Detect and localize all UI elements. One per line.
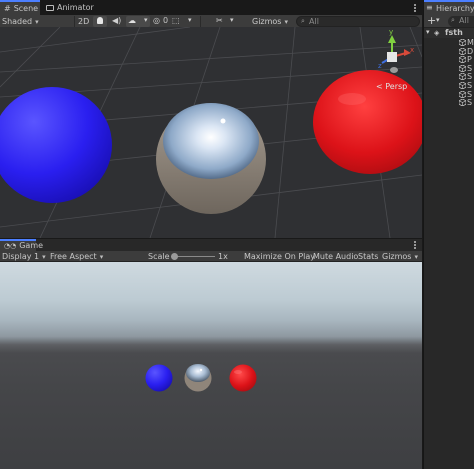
gamepad-icon: ◔◔ bbox=[4, 242, 17, 250]
chevron-down-icon[interactable]: ▾ bbox=[436, 16, 440, 24]
hierarchy-scene-name: fsth bbox=[445, 28, 463, 37]
gameobject-cube-icon bbox=[458, 72, 467, 81]
game-render bbox=[145, 364, 257, 392]
hierarchy-tab[interactable]: ≡ Hierarchy bbox=[424, 0, 474, 15]
maximize-on-play-toggle[interactable]: Maximize On Play bbox=[244, 251, 315, 262]
game-gizmos-dropdown[interactable]: Gizmos bbox=[382, 251, 418, 262]
lightbulb-icon bbox=[97, 17, 103, 24]
visibility-hidden-icon[interactable]: ◎ bbox=[153, 16, 160, 25]
audio-icon[interactable]: ◀) bbox=[112, 16, 121, 25]
toggle-2d-button[interactable]: 2D bbox=[78, 16, 89, 27]
scale-label: Scale bbox=[148, 252, 170, 261]
tab-scene-label: Scene bbox=[13, 4, 39, 13]
gameobject-cube-icon bbox=[458, 38, 467, 47]
scene-search-placeholder: All bbox=[309, 17, 319, 26]
stats-toggle[interactable]: Stats bbox=[358, 251, 378, 262]
effects-icon: ☁ bbox=[128, 16, 136, 25]
gameobject-cube-icon bbox=[458, 55, 467, 64]
tab-animator[interactable]: Animator bbox=[42, 0, 98, 15]
mute-audio-toggle[interactable]: Mute Audio bbox=[313, 251, 358, 262]
gameobject-cube-icon bbox=[458, 64, 467, 73]
animator-icon bbox=[46, 4, 54, 11]
toolbar-separator bbox=[74, 16, 75, 27]
hierarchy-panel: ≡ Hierarchy + ▾ ⌕ All ▾ ◈ fsth MDPSSSSS bbox=[423, 0, 474, 469]
gameobject-cube-icon bbox=[458, 47, 467, 56]
orientation-gizmo[interactable]: y x z bbox=[376, 28, 416, 85]
gameobject-cube-icon bbox=[458, 81, 467, 90]
hierarchy-toolbar: + ▾ ⌕ All bbox=[424, 14, 474, 28]
gizmo-axis-x-label: x bbox=[410, 46, 415, 54]
draw-mode-dropdown[interactable]: Shaded bbox=[2, 16, 72, 27]
hierarchy-search-placeholder: All bbox=[459, 16, 469, 25]
game-toolbar: Display 1 Free Aspect Scale 1x Maximize … bbox=[0, 251, 422, 262]
display-dropdown[interactable]: Display 1 bbox=[2, 251, 46, 262]
reflective-sphere bbox=[156, 103, 266, 214]
gameobject-cube-icon bbox=[458, 98, 467, 107]
scale-slider[interactable] bbox=[171, 253, 215, 260]
scene-tab-bar: # Scene Animator bbox=[0, 0, 422, 15]
reflective-sphere bbox=[184, 364, 212, 392]
chevron-down-icon[interactable]: ▾ bbox=[188, 16, 192, 24]
orientation-gizmo-graphic bbox=[381, 35, 411, 73]
chevron-down-icon[interactable]: ▾ bbox=[426, 28, 430, 36]
hierarchy-tab-label: Hierarchy bbox=[436, 4, 474, 13]
gameobject-cube-icon bbox=[458, 90, 467, 99]
game-tab-bar: ◔◔ Game bbox=[0, 239, 422, 251]
hierarchy-item-label: S bbox=[467, 98, 473, 108]
tab-scene[interactable]: # Scene bbox=[0, 0, 40, 15]
projection-toggle-label[interactable]: < Persp bbox=[376, 82, 407, 91]
toolbar-separator bbox=[200, 16, 201, 27]
search-icon: ⌕ bbox=[301, 17, 305, 25]
scale-value: 1x bbox=[218, 252, 228, 261]
gizmo-axis-y-label: y bbox=[389, 28, 394, 36]
tab-game[interactable]: ◔◔ Game bbox=[0, 239, 43, 251]
blue-sphere bbox=[0, 87, 112, 203]
scale-slider-handle[interactable] bbox=[171, 253, 178, 260]
scene-viewport[interactable]: y x z < Persp bbox=[0, 27, 422, 238]
unity-scene-icon: ◈ bbox=[434, 29, 440, 37]
aspect-dropdown[interactable]: Free Aspect bbox=[50, 251, 142, 262]
grid-snap-icon[interactable]: ⬚ bbox=[172, 16, 180, 25]
game-viewport[interactable] bbox=[0, 262, 422, 469]
gizmo-axis-z-label: z bbox=[378, 62, 382, 70]
tab-animator-label: Animator bbox=[57, 3, 94, 12]
hashtag-icon: # bbox=[4, 4, 11, 13]
blue-sphere bbox=[145, 364, 173, 392]
red-sphere bbox=[229, 364, 257, 392]
hierarchy-search-input[interactable]: ⌕ All bbox=[448, 16, 474, 27]
chevron-down-icon[interactable]: ▾ bbox=[144, 16, 148, 24]
chevron-down-icon[interactable]: ▾ bbox=[230, 16, 234, 24]
tab-game-label: Game bbox=[19, 241, 44, 250]
gizmos-dropdown[interactable]: Gizmos bbox=[252, 16, 288, 27]
scene-grid bbox=[0, 27, 422, 238]
hierarchy-scene-row[interactable]: ▾ ◈ fsth bbox=[424, 28, 474, 38]
tools-icon[interactable]: ✂ bbox=[216, 16, 223, 25]
add-object-button[interactable]: + bbox=[427, 14, 436, 27]
list-icon: ≡ bbox=[426, 3, 433, 12]
scene-search-input[interactable]: ⌕ All bbox=[296, 16, 420, 27]
hidden-count: 0 bbox=[163, 16, 169, 25]
search-icon: ⌕ bbox=[451, 16, 455, 24]
game-panel-menu-icon[interactable] bbox=[414, 241, 416, 250]
hierarchy-item[interactable]: S bbox=[458, 98, 474, 108]
scene-panel-menu-icon[interactable] bbox=[414, 4, 416, 13]
